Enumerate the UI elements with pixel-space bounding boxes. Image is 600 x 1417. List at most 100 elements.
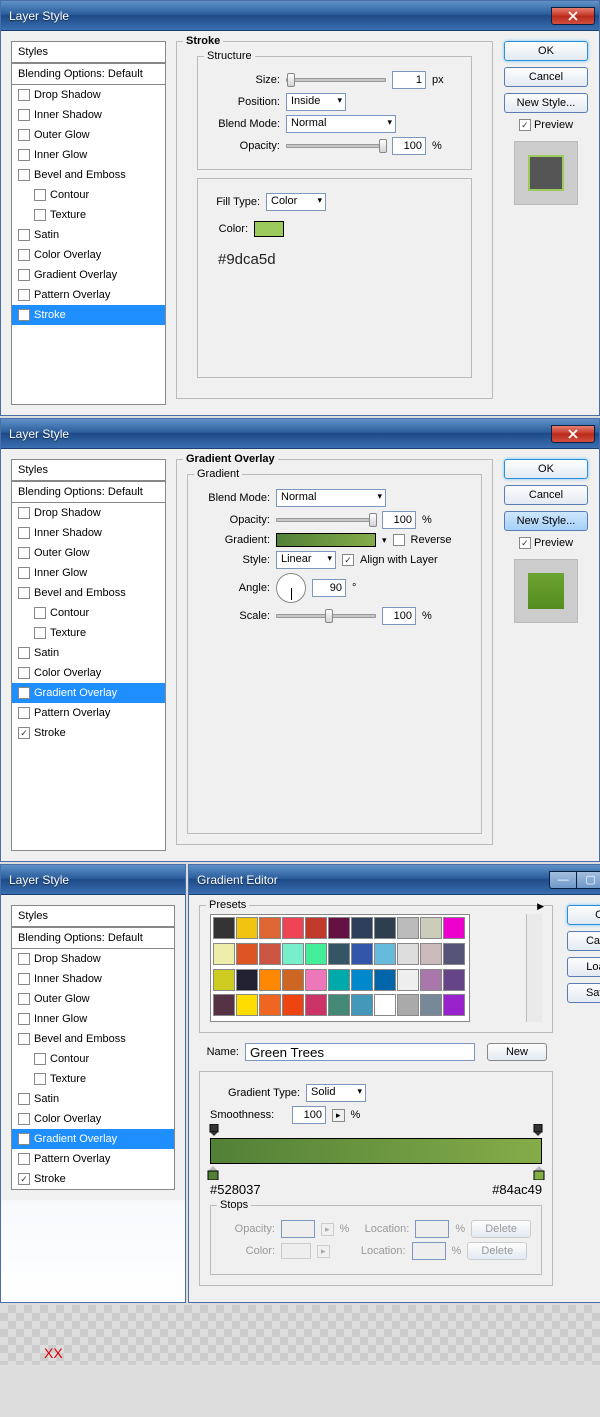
maximize-button[interactable]: ▢ — [577, 871, 600, 889]
checkbox[interactable] — [34, 189, 46, 201]
checkbox[interactable] — [18, 149, 30, 161]
preset-swatch[interactable] — [420, 994, 442, 1016]
preset-swatch[interactable] — [443, 917, 465, 939]
color-swatch[interactable] — [254, 221, 284, 237]
load-button[interactable]: Load... — [567, 957, 600, 977]
preset-swatch[interactable] — [236, 969, 258, 991]
preset-swatch[interactable] — [259, 917, 281, 939]
checkbox[interactable] — [18, 169, 30, 181]
preset-swatch[interactable] — [236, 994, 258, 1016]
preset-swatch[interactable] — [420, 917, 442, 939]
blending-options[interactable]: Blending Options: Default — [12, 63, 165, 85]
reverse-checkbox[interactable] — [393, 534, 405, 546]
preset-swatch[interactable] — [305, 994, 327, 1016]
preset-swatch[interactable] — [374, 969, 396, 991]
fx-outer-glow[interactable]: Outer Glow — [12, 125, 165, 145]
preset-swatch[interactable] — [282, 917, 304, 939]
preset-swatch[interactable] — [443, 943, 465, 965]
fx-contour[interactable]: Contour — [12, 603, 165, 623]
fx-bevel-emboss[interactable]: Bevel and Emboss — [12, 583, 165, 603]
fx-color-overlay[interactable]: Color Overlay — [12, 663, 165, 683]
color-stop-left[interactable] — [206, 1166, 220, 1180]
checkbox[interactable] — [18, 229, 30, 241]
checkbox[interactable] — [18, 309, 30, 321]
preview-checkbox[interactable] — [519, 119, 531, 131]
color-stop-right[interactable] — [532, 1166, 546, 1180]
preset-swatch[interactable] — [351, 969, 373, 991]
fx-gradient-overlay[interactable]: Gradient Overlay — [12, 265, 165, 285]
checkbox[interactable] — [18, 89, 30, 101]
preset-swatch[interactable] — [328, 943, 350, 965]
checkbox[interactable] — [34, 209, 46, 221]
preset-swatch[interactable] — [236, 943, 258, 965]
opacity-slider[interactable] — [286, 144, 386, 148]
preset-swatch[interactable] — [443, 994, 465, 1016]
styles-header[interactable]: Styles — [12, 42, 165, 63]
presets-menu-icon[interactable]: ▶ — [537, 901, 544, 912]
fx-inner-shadow[interactable]: Inner Shadow — [12, 105, 165, 125]
checkbox[interactable] — [18, 249, 30, 261]
cancel-button[interactable]: Cancel — [504, 485, 588, 505]
new-style-button[interactable]: New Style... — [504, 511, 588, 531]
align-checkbox[interactable] — [342, 554, 354, 566]
name-input[interactable] — [245, 1043, 475, 1061]
preset-swatch[interactable] — [259, 994, 281, 1016]
preset-swatch[interactable] — [282, 943, 304, 965]
fx-texture[interactable]: Texture — [12, 623, 165, 643]
fx-satin[interactable]: Satin — [12, 225, 165, 245]
size-slider[interactable] — [286, 78, 386, 82]
fx-inner-glow[interactable]: Inner Glow — [12, 145, 165, 165]
scrollbar[interactable] — [526, 914, 542, 1022]
position-dropdown[interactable]: Inside — [286, 93, 346, 111]
preset-swatch[interactable] — [351, 994, 373, 1016]
gradient-preview-bar[interactable] — [210, 1138, 542, 1164]
preset-swatch[interactable] — [259, 969, 281, 991]
smoothness-input[interactable] — [292, 1106, 326, 1124]
ok-button[interactable]: OK — [504, 41, 588, 61]
preset-swatch[interactable] — [305, 969, 327, 991]
preset-swatch[interactable] — [213, 943, 235, 965]
preset-swatch[interactable] — [397, 969, 419, 991]
minimize-button[interactable]: — — [549, 871, 577, 889]
preset-swatch[interactable] — [397, 994, 419, 1016]
opacity-input[interactable] — [382, 511, 416, 529]
fx-pattern-overlay[interactable]: Pattern Overlay — [12, 703, 165, 723]
fx-pattern-overlay[interactable]: Pattern Overlay — [12, 285, 165, 305]
close-button[interactable] — [551, 7, 595, 25]
preset-swatch[interactable] — [397, 917, 419, 939]
preset-swatch[interactable] — [305, 943, 327, 965]
filltype-dropdown[interactable]: Color — [266, 193, 326, 211]
angle-input[interactable] — [312, 579, 346, 597]
fx-satin[interactable]: Satin — [12, 643, 165, 663]
preset-swatch[interactable] — [420, 943, 442, 965]
gradient-type-dropdown[interactable]: Solid — [306, 1084, 366, 1102]
fx-drop-shadow[interactable]: Drop Shadow — [12, 503, 165, 523]
fx-inner-glow[interactable]: Inner Glow — [12, 563, 165, 583]
preset-grid[interactable] — [210, 914, 470, 1022]
preset-swatch[interactable] — [213, 917, 235, 939]
fx-drop-shadow[interactable]: Drop Shadow — [12, 85, 165, 105]
blendmode-dropdown[interactable]: Normal — [276, 489, 386, 507]
preset-swatch[interactable] — [213, 969, 235, 991]
fx-stroke[interactable]: Stroke — [12, 305, 165, 325]
preset-swatch[interactable] — [374, 994, 396, 1016]
fx-outer-glow[interactable]: Outer Glow — [12, 543, 165, 563]
fx-color-overlay[interactable]: Color Overlay — [12, 245, 165, 265]
close-button[interactable] — [551, 425, 595, 443]
fx-inner-shadow[interactable]: Inner Shadow — [12, 523, 165, 543]
checkbox[interactable] — [18, 269, 30, 281]
fx-bevel-emboss[interactable]: Bevel and Emboss — [12, 165, 165, 185]
smoothness-dropdown-icon[interactable]: ▸ — [332, 1109, 345, 1122]
preset-swatch[interactable] — [328, 994, 350, 1016]
size-input[interactable] — [392, 71, 426, 89]
gradient-picker[interactable] — [276, 533, 376, 547]
style-dropdown[interactable]: Linear — [276, 551, 336, 569]
checkbox[interactable] — [18, 109, 30, 121]
preset-swatch[interactable] — [305, 917, 327, 939]
preset-swatch[interactable] — [328, 969, 350, 991]
opacity-stop-left[interactable] — [208, 1124, 220, 1136]
preset-swatch[interactable] — [351, 917, 373, 939]
preset-swatch[interactable] — [328, 917, 350, 939]
opacity-stop-right[interactable] — [532, 1124, 544, 1136]
preset-swatch[interactable] — [443, 969, 465, 991]
